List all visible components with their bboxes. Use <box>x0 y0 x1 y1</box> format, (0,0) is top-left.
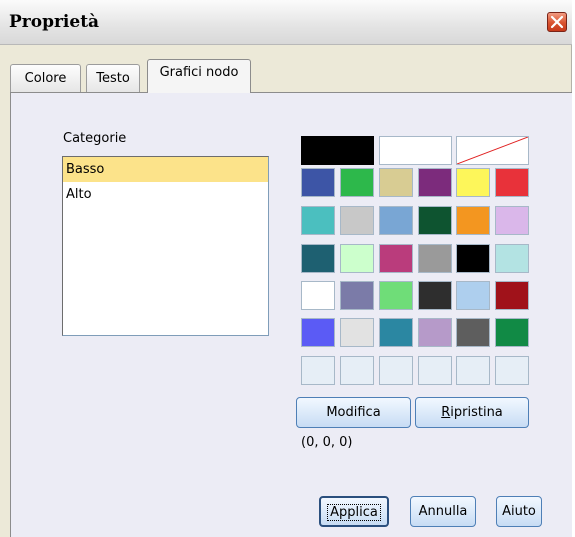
tab-testo[interactable]: Testo <box>86 64 140 92</box>
ripristina-button[interactable]: Ripristina <box>415 397 529 428</box>
color-swatch[interactable] <box>301 168 335 197</box>
color-swatch[interactable] <box>418 206 452 235</box>
color-swatch[interactable] <box>456 318 490 347</box>
color-swatch[interactable] <box>340 318 374 347</box>
tab-grafici-nodo[interactable]: Grafici nodo <box>147 59 251 93</box>
color-swatch-black[interactable] <box>301 136 374 165</box>
close-icon <box>550 15 564 29</box>
aiuto-button[interactable]: Aiuto <box>496 496 542 527</box>
color-swatch[interactable] <box>495 356 529 385</box>
color-swatch[interactable] <box>456 356 490 385</box>
properties-dialog: Proprietà Colore Testo Grafici nodo Cate… <box>0 0 572 537</box>
tab-label: Grafici nodo <box>159 65 239 80</box>
tab-label: Colore <box>24 71 67 86</box>
color-swatch[interactable] <box>340 244 374 273</box>
color-swatch[interactable] <box>340 356 374 385</box>
color-swatch-white[interactable] <box>379 136 452 165</box>
color-swatch[interactable] <box>340 206 374 235</box>
color-swatch[interactable] <box>418 356 452 385</box>
color-swatch[interactable] <box>301 244 335 273</box>
color-swatch[interactable] <box>379 244 413 273</box>
color-swatch[interactable] <box>340 168 374 197</box>
title-bar[interactable]: Proprietà <box>0 0 572 45</box>
tab-label: Testo <box>96 71 130 86</box>
color-swatch[interactable] <box>418 281 452 310</box>
list-item-alto[interactable]: Alto <box>63 182 268 207</box>
list-item-basso[interactable]: Basso <box>63 157 268 182</box>
applica-button[interactable]: Applica <box>319 496 389 527</box>
rgb-value: (0, 0, 0) <box>301 435 353 450</box>
color-swatch[interactable] <box>301 356 335 385</box>
color-swatch[interactable] <box>495 168 529 197</box>
color-swatch-none[interactable] <box>456 136 529 165</box>
color-swatch[interactable] <box>418 168 452 197</box>
color-swatch[interactable] <box>456 281 490 310</box>
window-title: Proprietà <box>9 12 100 32</box>
color-swatch[interactable] <box>456 206 490 235</box>
color-swatch[interactable] <box>495 318 529 347</box>
color-swatch[interactable] <box>418 318 452 347</box>
color-swatch[interactable] <box>379 356 413 385</box>
color-swatch[interactable] <box>495 281 529 310</box>
color-swatch[interactable] <box>495 244 529 273</box>
color-swatch[interactable] <box>379 281 413 310</box>
tab-colore[interactable]: Colore <box>10 64 81 92</box>
color-swatch[interactable] <box>301 281 335 310</box>
no-color-icon <box>457 137 528 164</box>
close-button[interactable] <box>547 12 567 32</box>
categories-list[interactable]: Basso Alto <box>62 156 269 336</box>
categories-label: Categorie <box>63 131 127 146</box>
color-swatch[interactable] <box>379 206 413 235</box>
color-swatch[interactable] <box>301 206 335 235</box>
color-swatch[interactable] <box>340 281 374 310</box>
color-swatch[interactable] <box>456 244 490 273</box>
color-swatch[interactable] <box>379 318 413 347</box>
modifica-button[interactable]: Modifica <box>296 397 411 428</box>
color-swatch[interactable] <box>301 318 335 347</box>
color-swatch[interactable] <box>379 168 413 197</box>
annulla-button[interactable]: Annulla <box>410 496 476 527</box>
color-swatch[interactable] <box>495 206 529 235</box>
color-swatch[interactable] <box>456 168 490 197</box>
color-swatch[interactable] <box>418 244 452 273</box>
